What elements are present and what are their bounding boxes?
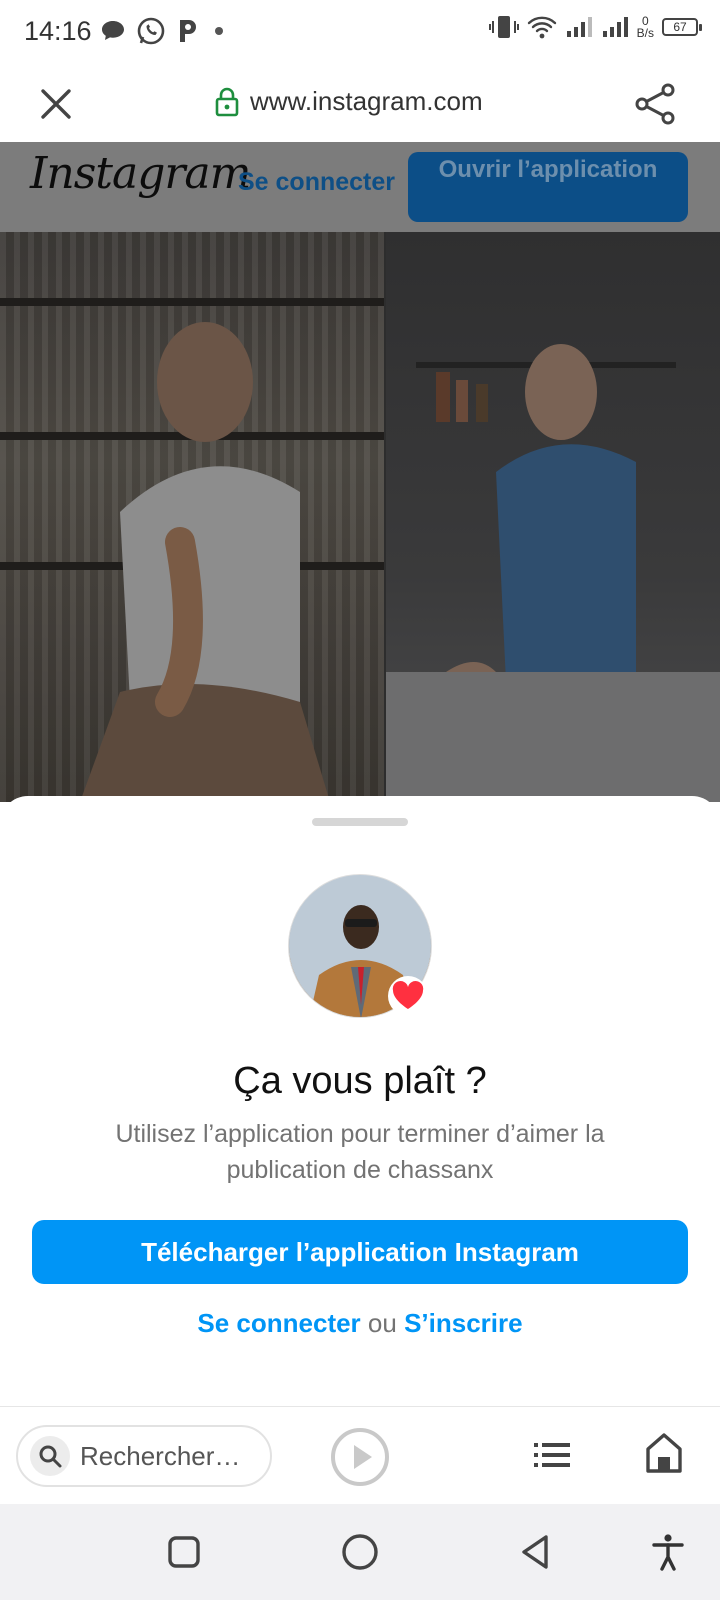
home-icon[interactable] xyxy=(644,1431,684,1475)
post-photo-left xyxy=(0,232,384,802)
home-circle-icon[interactable] xyxy=(340,1532,380,1572)
whatsapp-icon xyxy=(137,17,165,45)
bottom-sheet: Ça vous plaît ? Utilisez l’application p… xyxy=(0,796,720,1406)
signal-icon xyxy=(602,17,628,37)
recent-apps-icon[interactable] xyxy=(164,1532,204,1572)
sheet-handle[interactable] xyxy=(312,818,408,826)
signup-link[interactable]: S’inscrire xyxy=(404,1308,523,1338)
header-login-link[interactable]: Se connecter xyxy=(238,168,395,197)
vibrate-icon xyxy=(488,16,519,38)
net-speed: 0 B/s xyxy=(637,15,654,39)
signal-icon xyxy=(566,17,592,37)
wifi-icon xyxy=(527,16,556,39)
download-app-button[interactable]: Télécharger l’application Instagram xyxy=(32,1220,688,1284)
open-app-button[interactable]: Ouvrir l’application xyxy=(408,152,688,222)
instagram-header: Instagram Se connecter Ouvrir l’applicat… xyxy=(0,142,720,232)
menu-icon[interactable] xyxy=(532,1435,572,1475)
play-icon[interactable] xyxy=(330,1427,390,1487)
search-icon-circle xyxy=(30,1436,70,1476)
search-input[interactable]: Rechercher… xyxy=(16,1425,272,1487)
chat-bubble-icon xyxy=(102,21,124,40)
back-icon[interactable] xyxy=(516,1532,556,1572)
accessibility-icon[interactable] xyxy=(648,1532,688,1572)
browser-toolbar: Rechercher… xyxy=(0,1406,720,1504)
heart-badge xyxy=(388,976,428,1016)
status-time: 14:16 xyxy=(24,16,92,46)
status-bar: 14:16 0 B/s 67 xyxy=(0,0,720,66)
status-left-icons xyxy=(100,16,228,46)
system-nav-bar xyxy=(0,1504,720,1600)
or-text: ou xyxy=(367,1308,397,1338)
login-link[interactable]: Se connecter xyxy=(197,1308,360,1338)
url-text: www.instagram.com xyxy=(250,86,483,116)
lock-icon xyxy=(215,87,239,116)
dot-icon xyxy=(215,27,223,35)
sheet-subtitle: Utilisez l’application pour terminer d’a… xyxy=(115,1120,605,1184)
search-placeholder: Rechercher… xyxy=(80,1440,241,1471)
instagram-logo: Instagram xyxy=(30,148,251,199)
search-icon xyxy=(39,1445,62,1468)
post-image xyxy=(0,232,720,802)
heart-icon xyxy=(392,981,424,1009)
url-bar: www.instagram.com xyxy=(0,66,720,142)
avatar-wrap xyxy=(288,874,432,1018)
p-app-icon xyxy=(180,20,196,42)
status-right-icons: 0 B/s 67 xyxy=(488,14,702,40)
battery-icon: 67 xyxy=(662,18,702,36)
post-photo-right xyxy=(386,232,720,802)
share-icon[interactable] xyxy=(632,80,680,128)
sheet-title: Ça vous plaît ? xyxy=(233,1060,487,1102)
close-icon[interactable] xyxy=(34,82,78,126)
address-field[interactable]: www.instagram.com xyxy=(214,86,483,117)
net-speed-unit: B/s xyxy=(636,26,654,40)
auth-links: Se connecter ou S’inscrire xyxy=(0,1308,720,1339)
